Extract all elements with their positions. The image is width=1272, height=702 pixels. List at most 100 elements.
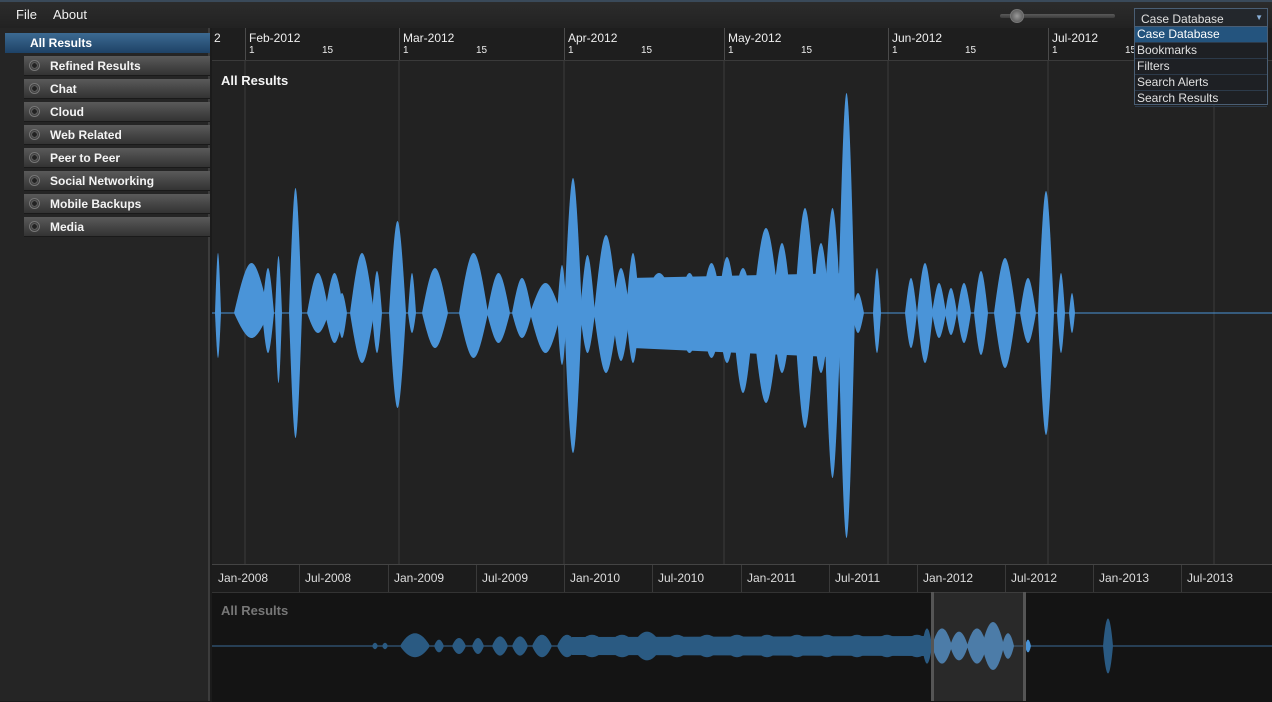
sidebar-item-label: Chat bbox=[50, 82, 77, 96]
main-timeline[interactable]: 2 Feb-2012 1 15 Mar-2012 1 15 Apr-2012 1… bbox=[212, 28, 1272, 564]
day-label: 15 bbox=[965, 45, 977, 56]
activity-burst bbox=[512, 278, 532, 338]
activity-burst bbox=[917, 263, 933, 363]
chevron-down-icon[interactable]: ▼ bbox=[1255, 13, 1263, 22]
day-label: 1 bbox=[568, 45, 574, 56]
activity-burst bbox=[350, 253, 374, 363]
activity-burst bbox=[389, 221, 406, 408]
activity-burst bbox=[957, 283, 971, 343]
axis-edge-label: 2 bbox=[214, 31, 221, 45]
activity-burst bbox=[275, 256, 282, 383]
activity-burst bbox=[974, 271, 988, 355]
axis-tick bbox=[1048, 28, 1049, 60]
overview-burst bbox=[532, 634, 552, 658]
day-label: 15 bbox=[476, 45, 488, 56]
activity-burst bbox=[487, 273, 510, 343]
sidebar-item-mobile-backups[interactable]: Mobile Backups bbox=[24, 194, 210, 214]
overview-axis-tick bbox=[741, 565, 742, 592]
month-label: Feb-2012 bbox=[249, 31, 301, 45]
day-label: 1 bbox=[403, 45, 409, 56]
day-label: 1 bbox=[892, 45, 898, 56]
activity-burst bbox=[945, 288, 957, 335]
activity-burst bbox=[459, 253, 488, 358]
overview-axis: Jan-2008 Jul-2008 Jan-2009 Jul-2009 Jan-… bbox=[212, 565, 1272, 593]
month-label: May-2012 bbox=[728, 31, 782, 45]
activity-burst bbox=[307, 273, 329, 333]
activity-burst bbox=[215, 253, 221, 358]
sidebar-item-peer-to-peer[interactable]: Peer to Peer bbox=[24, 148, 210, 168]
activity-burst bbox=[932, 283, 946, 338]
main-timeline-title: All Results bbox=[221, 73, 289, 88]
zoom-slider[interactable] bbox=[1000, 9, 1115, 23]
range-selector[interactable] bbox=[931, 592, 1026, 701]
sidebar-item-label: Cloud bbox=[50, 105, 84, 119]
overview-axis-label: Jan-2010 bbox=[570, 571, 621, 585]
sidebar-item-label: Peer to Peer bbox=[50, 151, 121, 165]
overview-axis-tick bbox=[652, 565, 653, 592]
overview-axis-tick bbox=[564, 565, 565, 592]
activity-burst bbox=[1057, 273, 1065, 353]
overview-burst bbox=[382, 642, 388, 650]
category-disc-icon bbox=[29, 198, 40, 209]
overview-burst bbox=[434, 639, 444, 653]
overview-axis-tick bbox=[917, 565, 918, 592]
file-menu[interactable]: File bbox=[16, 7, 37, 22]
sidebar-item-media[interactable]: Media bbox=[24, 217, 210, 237]
sidebar-item-label: Web Related bbox=[50, 128, 122, 142]
overview-timeline[interactable]: Jan-2008 Jul-2008 Jan-2009 Jul-2009 Jan-… bbox=[212, 564, 1272, 702]
magnifier-slider-icon[interactable] bbox=[1010, 9, 1024, 23]
activity-burst bbox=[1069, 293, 1075, 333]
activity-burst bbox=[873, 268, 881, 353]
sidebar-item-label: Social Networking bbox=[50, 174, 155, 188]
overview-axis-label: Jul-2009 bbox=[482, 571, 529, 585]
overview-axis-label: Jan-2012 bbox=[923, 571, 974, 585]
dropdown-option[interactable]: Bookmarks bbox=[1135, 43, 1267, 59]
overview-burst bbox=[472, 638, 484, 654]
menu-bar: File About Case Database ▼ bbox=[0, 0, 1272, 28]
axis-tick bbox=[564, 28, 565, 60]
overview-axis-tick bbox=[1181, 565, 1182, 592]
month-label: Jun-2012 bbox=[892, 31, 943, 45]
activity-burst bbox=[1038, 191, 1054, 435]
overview-axis-tick bbox=[829, 565, 830, 592]
overview-axis-tick bbox=[299, 565, 300, 592]
activity-burst bbox=[422, 268, 448, 348]
overview-axis-label: Jul-2013 bbox=[1187, 571, 1234, 585]
dropdown-option[interactable]: Filters bbox=[1135, 59, 1267, 75]
month-label: Jul-2012 bbox=[1052, 31, 1099, 45]
activity-burst bbox=[289, 188, 302, 438]
activity-burst bbox=[408, 273, 416, 333]
overview-axis-label: Jan-2011 bbox=[747, 571, 797, 585]
sidebar-item-cloud[interactable]: Cloud bbox=[24, 102, 210, 122]
overview-burst bbox=[452, 638, 466, 654]
overview-axis-label: Jul-2011 bbox=[835, 571, 881, 585]
overview-axis-tick bbox=[1093, 565, 1094, 592]
day-label: 1 bbox=[249, 45, 255, 56]
day-label: 1 bbox=[728, 45, 734, 56]
overview-axis-label: Jan-2009 bbox=[394, 571, 445, 585]
activity-burst bbox=[530, 283, 561, 353]
about-menu[interactable]: About bbox=[53, 7, 87, 22]
sidebar-item-all-results[interactable]: All Results bbox=[5, 33, 210, 53]
dropdown-option[interactable]: Case Database bbox=[1135, 27, 1267, 43]
dropdown-option[interactable]: Search Results bbox=[1135, 91, 1267, 107]
sidebar-item-refined-results[interactable]: Refined Results bbox=[24, 56, 210, 76]
main-timeline-chart[interactable] bbox=[212, 60, 1272, 564]
sidebar-item-social-networking[interactable]: Social Networking bbox=[24, 171, 210, 191]
activity-burst bbox=[580, 255, 595, 353]
sidebar-item-label: Media bbox=[50, 220, 85, 234]
overview-burst bbox=[400, 633, 430, 658]
day-label: 15 bbox=[801, 45, 813, 56]
overview-title: All Results bbox=[221, 603, 289, 618]
overview-chart[interactable] bbox=[212, 592, 1272, 702]
axis-tick bbox=[399, 28, 400, 60]
category-disc-icon bbox=[29, 129, 40, 140]
source-select[interactable]: Case Database ▼ bbox=[1134, 8, 1268, 28]
sidebar-item-web-related[interactable]: Web Related bbox=[24, 125, 210, 145]
sidebar-item-chat[interactable]: Chat bbox=[24, 79, 210, 99]
activity-burst bbox=[994, 258, 1016, 368]
dropdown-option[interactable]: Search Alerts bbox=[1135, 75, 1267, 91]
overview-axis-label: Jul-2012 bbox=[1011, 571, 1058, 585]
activity-burst bbox=[1020, 278, 1036, 343]
category-disc-icon bbox=[29, 106, 40, 117]
